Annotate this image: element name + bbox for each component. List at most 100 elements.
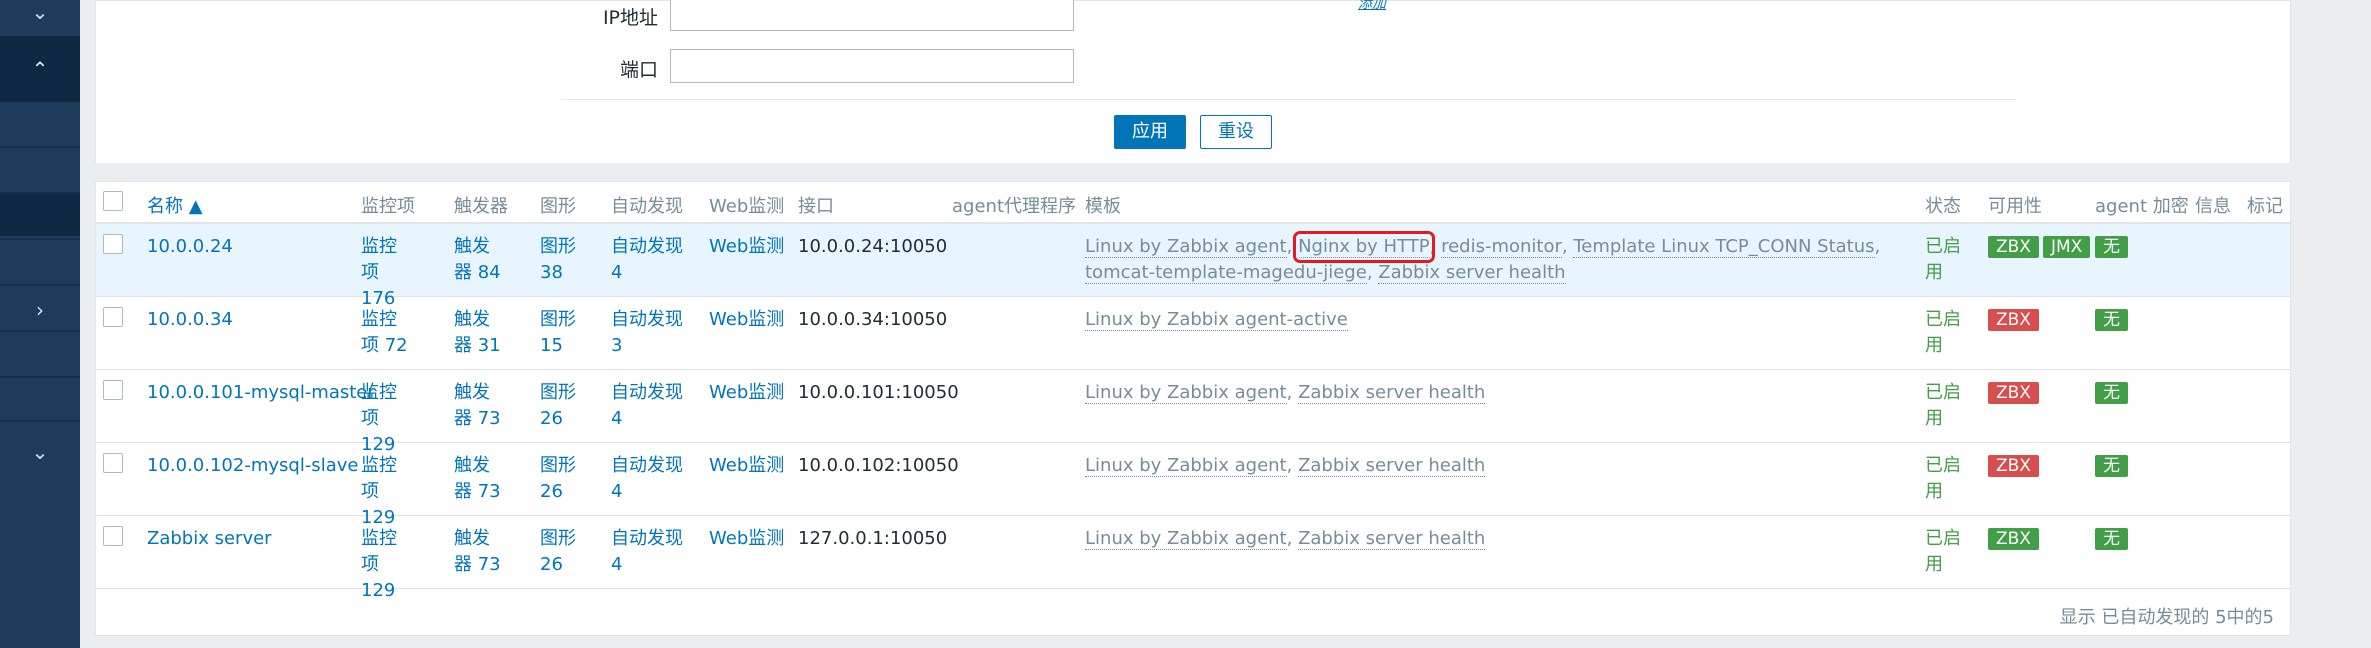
status-link[interactable]: 已启用 <box>1925 526 1965 578</box>
web-link[interactable]: Web监测 <box>709 526 784 552</box>
template-link[interactable]: Zabbix server health <box>1378 262 1566 284</box>
triggers-link[interactable]: 触发器 73 <box>454 380 506 432</box>
ip-label: IP地址 <box>602 7 658 29</box>
header-proxy: agent代理程序 <box>952 196 1076 217</box>
triggers-link[interactable]: 触发器 73 <box>454 453 506 505</box>
select-all-checkbox[interactable] <box>103 191 123 211</box>
graphs-link[interactable]: 图形 26 <box>540 380 580 432</box>
discovery-link[interactable]: 自动发现 4 <box>611 380 683 432</box>
web-link[interactable]: Web监测 <box>709 307 784 333</box>
table-header: 名称 ▲ 监控项 触发器 图形 自动发现 Web监测 接口 agent代理程序 … <box>96 182 2290 224</box>
triggers-link[interactable]: 触发器 31 <box>454 307 506 359</box>
discovery-link[interactable]: 自动发现 3 <box>611 307 683 359</box>
availability-badge: ZBX <box>1988 236 2039 258</box>
template-link[interactable]: redis-monitor <box>1441 236 1562 258</box>
reset-button[interactable]: 重设 <box>1200 115 1272 149</box>
header-items: 监控项 <box>361 196 415 217</box>
host-name-link[interactable]: 10.0.0.34 <box>147 307 233 333</box>
triggers-link[interactable]: 触发器 84 <box>454 234 506 286</box>
table-row: 10.0.0.101-mysql-master 监控项 129 触发器 73 图… <box>96 370 2290 455</box>
discovery-link[interactable]: 自动发现 4 <box>611 234 683 286</box>
add-link[interactable]: 添加 <box>1358 0 1386 13</box>
templates-list: Linux by Zabbix agent, Nginx by HTTP, re… <box>1085 231 1881 284</box>
encryption: 无 <box>2095 453 2132 479</box>
encryption-badge: 无 <box>2095 528 2128 550</box>
template-link[interactable]: Linux by Zabbix agent <box>1085 455 1287 477</box>
host-name-link[interactable]: Zabbix server <box>147 526 272 552</box>
encryption-badge: 无 <box>2095 382 2128 404</box>
template-link-highlighted[interactable]: Nginx by HTTP <box>1293 231 1435 263</box>
header-templates: 模板 <box>1085 196 1121 217</box>
templates-list: Linux by Zabbix agent-active <box>1085 307 1895 333</box>
interface-value: 10.0.0.101:10050 <box>798 382 959 403</box>
template-link[interactable]: Linux by Zabbix agent <box>1085 382 1287 404</box>
encryption-badge: 无 <box>2095 236 2128 258</box>
web-link[interactable]: Web监测 <box>709 380 784 406</box>
encryption-badge: 无 <box>2095 455 2128 477</box>
availability-badge: ZBX <box>1988 528 2039 550</box>
header-triggers: 触发器 <box>454 196 508 217</box>
interface-value: 10.0.0.24:10050 <box>798 236 948 257</box>
status-link[interactable]: 已启用 <box>1925 307 1965 359</box>
chevron-down-icon[interactable]: ⌄ <box>0 432 80 472</box>
interface-value: 10.0.0.34:10050 <box>798 309 948 330</box>
host-name-link[interactable]: 10.0.0.24 <box>147 234 233 260</box>
header-status: 状态 <box>1925 196 1961 217</box>
graphs-link[interactable]: 图形 26 <box>540 526 580 578</box>
availability-badge: ZBX <box>1988 309 2039 331</box>
items-link[interactable]: 监控项 72 <box>361 307 413 359</box>
row-checkbox[interactable] <box>103 526 123 546</box>
availability-badge: JMX <box>2042 236 2091 258</box>
host-name-link[interactable]: 10.0.0.102-mysql-slave <box>147 453 358 479</box>
web-link[interactable]: Web监测 <box>709 234 784 260</box>
port-input[interactable] <box>670 49 1074 83</box>
availability: ZBX <box>1988 526 2043 552</box>
chevron-up-icon[interactable]: ⌃ <box>0 36 80 102</box>
port-label: 端口 <box>619 59 658 81</box>
table-row: Zabbix server 监控项 129 触发器 73 图形 26 自动发现 … <box>96 516 2290 601</box>
encryption: 无 <box>2095 307 2132 333</box>
apply-button[interactable]: 应用 <box>1114 115 1186 149</box>
header-encryption: agent 加密 <box>2095 196 2189 217</box>
graphs-link[interactable]: 图形 38 <box>540 234 580 286</box>
template-link[interactable]: tomcat-template-magedu-jiege <box>1085 262 1367 284</box>
chevron-down-icon[interactable]: ⌄ <box>0 0 80 30</box>
status-link[interactable]: 已启用 <box>1925 234 1965 286</box>
status-link[interactable]: 已启用 <box>1925 453 1965 505</box>
template-link[interactable]: Zabbix server health <box>1298 382 1486 404</box>
template-link[interactable]: Linux by Zabbix agent <box>1085 236 1287 258</box>
row-checkbox[interactable] <box>103 234 123 254</box>
web-link[interactable]: Web监测 <box>709 453 784 479</box>
availability-badge: ZBX <box>1988 382 2039 404</box>
template-link[interactable]: Zabbix server health <box>1298 528 1486 550</box>
templates-list: Linux by Zabbix agent, Zabbix server hea… <box>1085 528 1486 550</box>
header-interface: 接口 <box>798 196 834 217</box>
templates-list: Linux by Zabbix agent, Zabbix server hea… <box>1085 382 1486 404</box>
row-checkbox[interactable] <box>103 307 123 327</box>
graphs-link[interactable]: 图形 26 <box>540 453 580 505</box>
table-footer: 显示 已自动发现的 5中的5 <box>96 589 2290 635</box>
results-count: 显示 已自动发现的 5中的5 <box>2059 607 2274 628</box>
host-name-link[interactable]: 10.0.0.101-mysql-master <box>147 380 375 406</box>
ip-input[interactable] <box>670 0 1074 31</box>
status-link[interactable]: 已启用 <box>1925 380 1965 432</box>
template-link[interactable]: Template Linux TCP_CONN Status <box>1573 236 1875 258</box>
discovery-link[interactable]: 自动发现 4 <box>611 453 683 505</box>
discovery-link[interactable]: 自动发现 4 <box>611 526 683 578</box>
template-link[interactable]: Linux by Zabbix agent <box>1085 528 1287 550</box>
triggers-link[interactable]: 触发器 73 <box>454 526 506 578</box>
encryption: 无 <box>2095 234 2132 260</box>
header-info: 信息 <box>2195 196 2231 217</box>
template-link[interactable]: Zabbix server health <box>1298 455 1486 477</box>
header-name[interactable]: 名称 ▲ <box>147 192 203 218</box>
graphs-link[interactable]: 图形 15 <box>540 307 580 359</box>
availability-badge: ZBX <box>1988 455 2039 477</box>
row-checkbox[interactable] <box>103 380 123 400</box>
row-checkbox[interactable] <box>103 453 123 473</box>
availability: ZBX <box>1988 307 2043 333</box>
header-web: Web监测 <box>709 196 785 217</box>
availability: ZBX JMX <box>1988 234 2094 260</box>
sidebar-menu-item[interactable] <box>0 194 80 236</box>
chevron-right-icon[interactable]: › <box>0 290 80 330</box>
template-link[interactable]: Linux by Zabbix agent-active <box>1085 309 1348 331</box>
